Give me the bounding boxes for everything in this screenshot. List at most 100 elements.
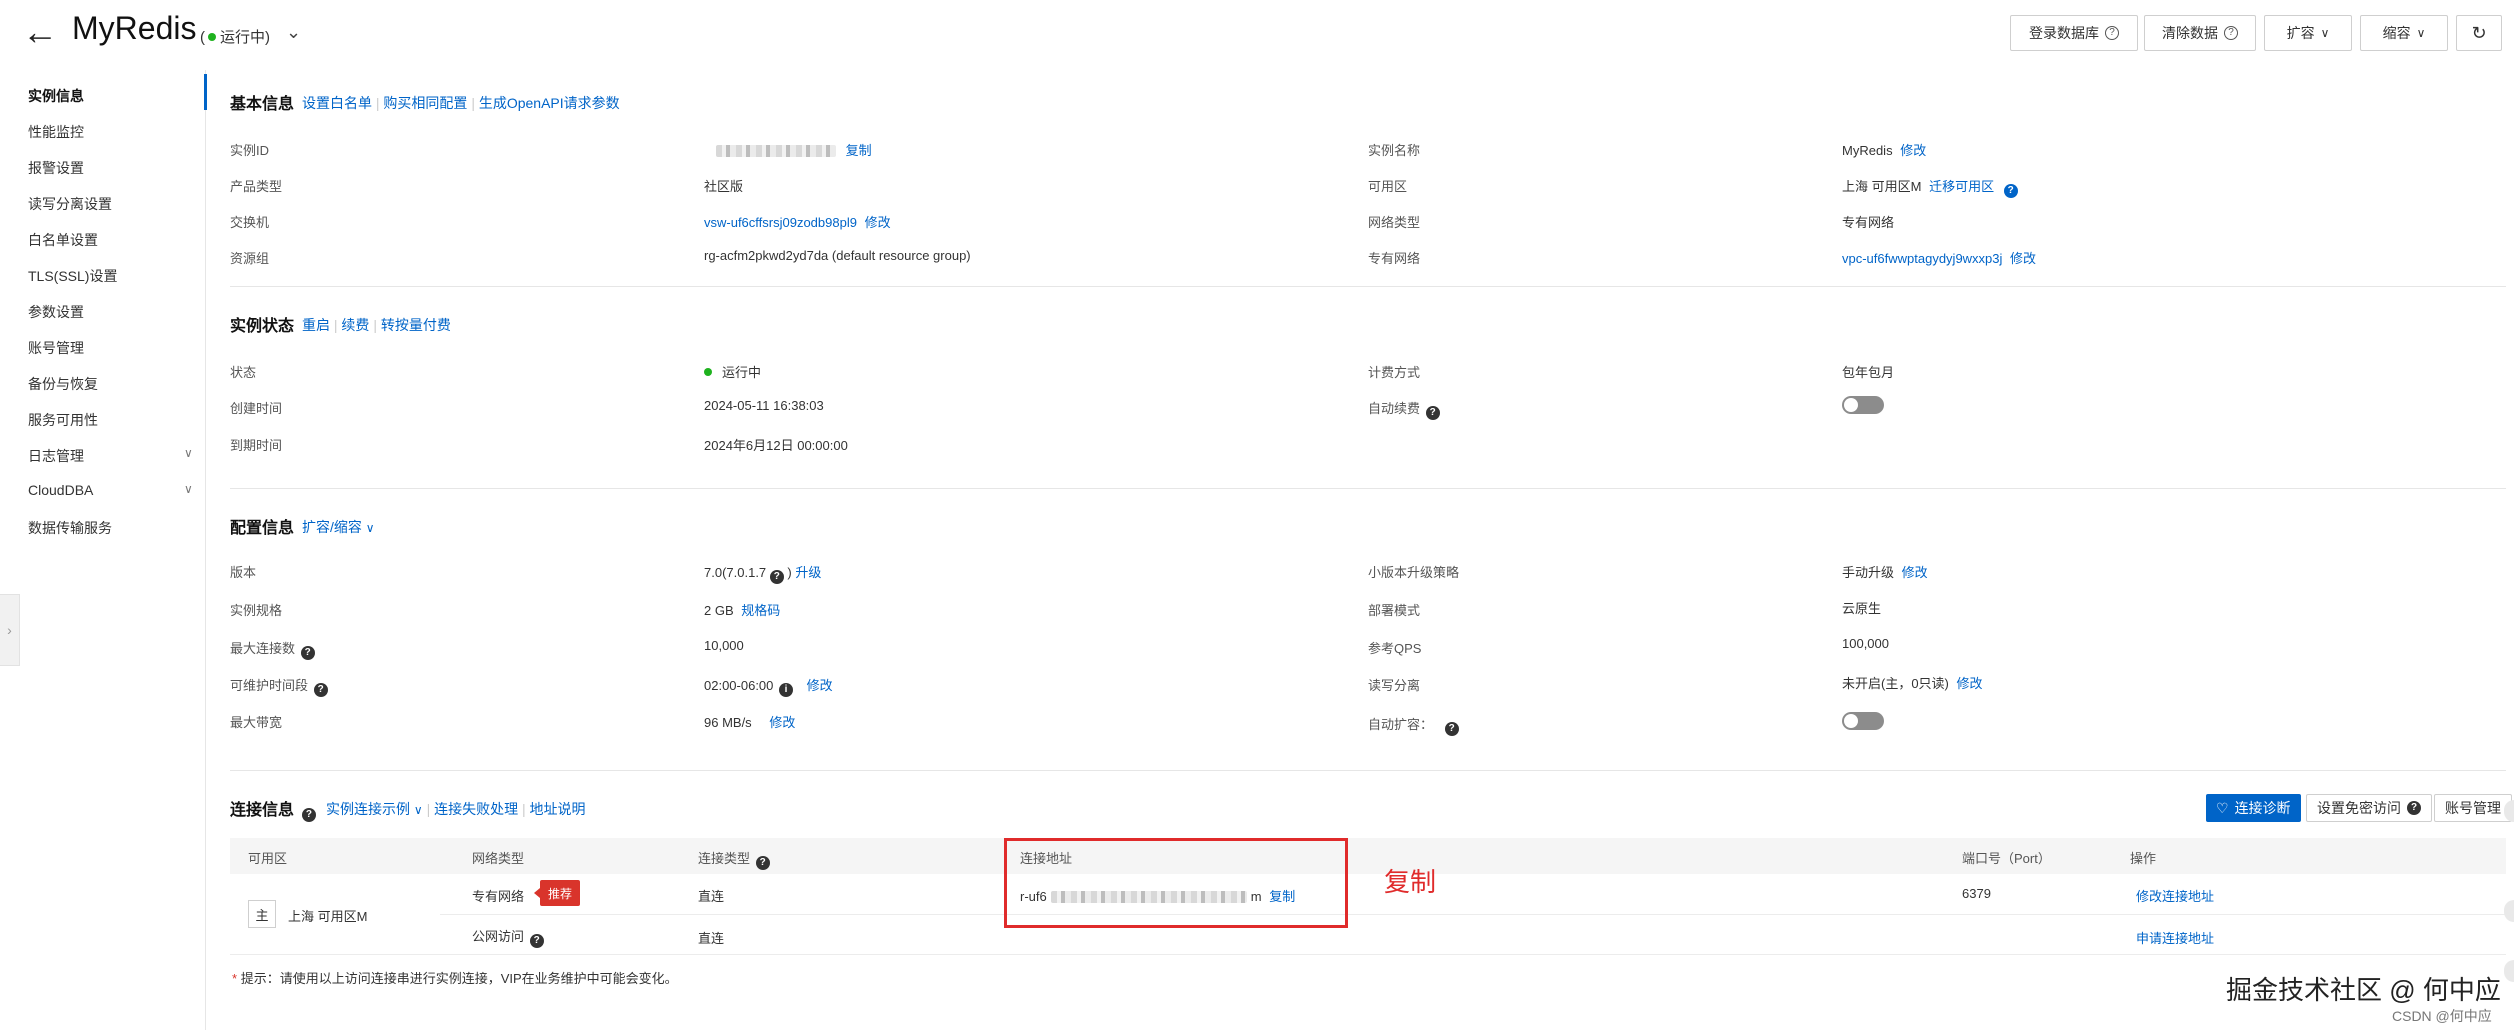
help-icon[interactable]: ? [755,856,770,870]
help-icon[interactable]: ? [769,570,784,584]
modify-bandwidth-link[interactable]: 修改 [769,715,795,730]
col-port: 端口号（Port） [1962,851,2051,866]
modify-minor-upgrade-link[interactable]: 修改 [1902,565,1928,580]
sidebar-item-availability[interactable]: 服务可用性 [28,410,98,430]
help-icon: ? [2407,801,2421,815]
page-title: MyRedis [72,10,197,46]
chevron-down-icon[interactable]: ∨ [366,521,375,535]
watermark-sub: CSDN @何中应 [2392,1008,2492,1024]
sidebar-item-rw-split[interactable]: 读写分离设置 [28,194,112,214]
help-icon[interactable]: ? [300,646,315,660]
chevron-down-icon[interactable]: ∨ [184,446,193,460]
auto-scale-toggle[interactable] [1842,712,1884,730]
version-text: 7.0(7.0.1.7 [704,565,767,580]
row-zone: 上海 可用区M [288,909,368,924]
bandwidth-text: 96 MB/s [704,715,752,730]
sidebar-item-instance-info[interactable]: 实例信息 [28,86,84,106]
network-type-label: 网络类型 [1368,215,1421,230]
question-circle-icon: ? [2224,26,2238,40]
recommended-tag: 推荐 [533,880,581,906]
auto-renew-toggle[interactable] [1842,396,1884,414]
modify-rw-split-link[interactable]: 修改 [1957,676,1983,691]
vswitch-label: 交换机 [230,215,270,230]
sidebar-item-alerts[interactable]: 报警设置 [28,158,84,178]
vpc-value: vpc-uf6fwwptagydyj9wxxp3j 修改 [1842,248,2036,267]
help-icon[interactable]: ? [1425,406,1440,420]
account-manage-button[interactable]: 账号管理 [2434,794,2512,822]
chevron-down-icon[interactable]: ∨ [184,482,193,496]
restart-link[interactable]: 重启 [302,317,330,333]
help-icon[interactable]: ? [529,934,544,948]
help-icon[interactable]: ? [313,683,328,697]
modify-name-link[interactable]: 修改 [1900,143,1926,158]
basic-info-links: 设置白名单 | 购买相同配置 | 生成OpenAPI请求参数 [302,95,620,111]
sidebar-item-clouddba[interactable]: CloudDBA [28,482,93,498]
spec-code-link[interactable]: 规格码 [741,603,780,618]
refresh-icon: ↻ [2471,22,2487,43]
connection-section-title: 连接信息 [230,802,295,819]
resource-group-label: 资源组 [230,251,270,266]
renew-link[interactable]: 续费 [341,317,369,333]
chevron-down-icon[interactable]: ∨ [414,803,423,817]
instance-id-label: 实例ID [230,143,270,158]
heart-monitor-icon: ♡ [2216,799,2229,816]
sidebar-item-logs[interactable]: 日志管理 [28,446,84,466]
info-icon[interactable]: i [779,683,794,697]
edge-handle[interactable] [2504,960,2514,982]
clear-data-button[interactable]: 清除数据 ? [2144,15,2256,51]
vswitch-link[interactable]: vsw-uf6cffsrsj09zodb98pl9 [704,215,857,230]
connection-example-link[interactable]: 实例连接示例 [326,801,410,817]
help-icon[interactable]: ? [1444,722,1459,736]
instance-name-text: MyRedis [1842,143,1893,158]
scale-down-button[interactable]: 缩容 ∨ [2360,15,2448,51]
set-whitelist-link[interactable]: 设置白名单 [302,95,372,111]
passwordless-button[interactable]: 设置免密访问 ? [2306,794,2432,822]
passwordless-label: 设置免密访问 [2317,800,2401,816]
diagnose-label: 连接诊断 [2234,800,2291,816]
help-icon[interactable]: ? [301,808,316,822]
login-db-button[interactable]: 登录数据库 ? [2010,15,2138,51]
auto-renew-label: 自动续费 ? [1368,398,1440,420]
sidebar-item-backup[interactable]: 备份与恢复 [28,374,98,394]
auto-renew-text: 自动续费 [1368,401,1421,416]
sidebar-item-whitelist[interactable]: 白名单设置 [28,230,98,250]
sidebar-item-accounts[interactable]: 账号管理 [28,338,84,358]
sidebar-item-dts[interactable]: 数据传输服务 [28,518,112,538]
sidebar-collapse-handle[interactable]: › [0,594,20,666]
address-doc-link[interactable]: 地址说明 [530,801,586,817]
state-label: 状态 [230,365,257,380]
back-arrow-icon[interactable]: ← [22,12,58,52]
minor-upgrade-value: 手动升级 修改 [1842,562,1928,581]
copy-instance-id-link[interactable]: 复制 [846,143,872,158]
sidebar-item-performance[interactable]: 性能监控 [28,122,84,142]
vpc-label: 专有网络 [1368,251,1421,266]
modify-maint-link[interactable]: 修改 [807,678,833,693]
connection-title-wrap: 连接信息 ? [230,796,316,822]
scale-up-button[interactable]: 扩容 ∨ [2264,15,2352,51]
connection-diagnose-button[interactable]: ♡ 连接诊断 [2206,794,2301,822]
status-section-links: 重启 | 续费 | 转按量付费 [302,317,451,333]
migrate-zone-link[interactable]: 迁移可用区 [1929,179,1994,194]
expire-label: 到期时间 [230,438,283,453]
bandwidth-value: 96 MB/s 修改 [704,712,795,731]
connection-failure-link[interactable]: 连接失败处理 [434,801,518,817]
generate-openapi-link[interactable]: 生成OpenAPI请求参数 [479,95,620,111]
help-icon[interactable]: ? [2003,184,2018,198]
apply-address-link[interactable]: 申请连接地址 [2136,928,2214,947]
upgrade-link[interactable]: 升级 [795,565,821,580]
pay-as-you-go-link[interactable]: 转按量付费 [381,317,451,333]
modify-vswitch-link[interactable]: 修改 [865,215,891,230]
sidebar-item-params[interactable]: 参数设置 [28,302,84,322]
col-connection-type: 连接类型 [698,851,751,866]
chevron-down-icon[interactable]: ⌄ [286,22,301,43]
chevron-right-icon: › [7,622,12,638]
edge-handle[interactable] [2504,900,2514,922]
refresh-button[interactable]: ↻ [2456,15,2502,51]
sidebar-item-tls[interactable]: TLS(SSL)设置 [28,266,117,286]
vpc-link[interactable]: vpc-uf6fwwptagydyj9wxxp3j [1842,251,2002,266]
modify-vpc-link[interactable]: 修改 [2010,251,2036,266]
spec-text: 2 GB [704,603,734,618]
modify-address-link[interactable]: 修改连接地址 [2136,886,2214,905]
scale-link[interactable]: 扩容/缩容 [302,519,362,535]
buy-same-config-link[interactable]: 购买相同配置 [383,95,467,111]
